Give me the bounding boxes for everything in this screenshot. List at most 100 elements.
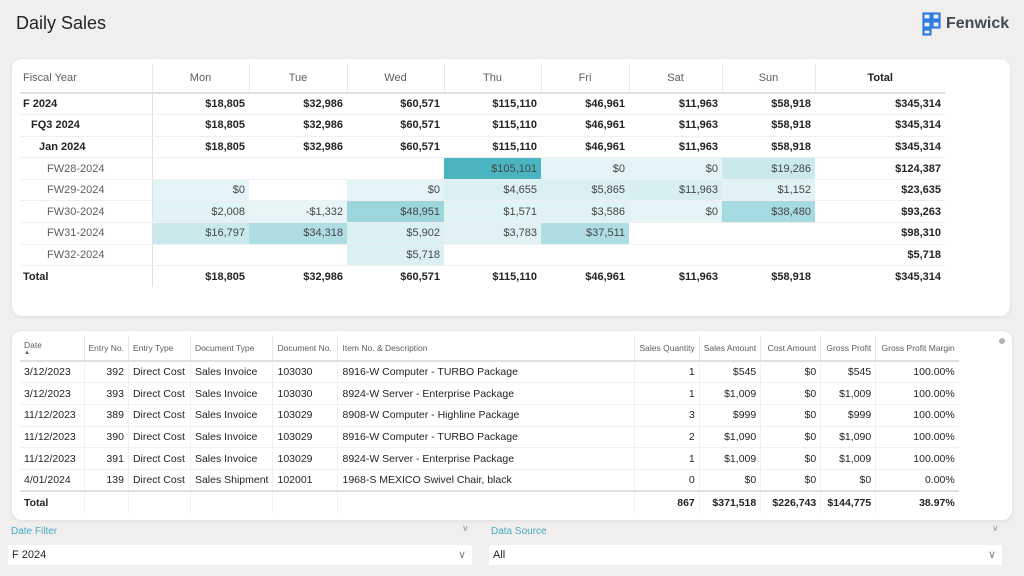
matrix-cell: $46,961: [541, 114, 629, 137]
matrix-cell: $32,986: [303, 270, 343, 283]
detail-cell: 103029: [272, 447, 338, 470]
matrix-header-fiscal-year[interactable]: Fiscal Year: [20, 63, 152, 94]
detail-row[interactable]: 11/12/2023 390 Direct Cost Sales Invoice 103…: [20, 426, 959, 449]
matrix-cell: $0: [629, 157, 722, 180]
detail-cell: 389: [83, 404, 129, 427]
matrix-cell: $46,961: [541, 93, 629, 116]
matrix-row-label[interactable]: Jan 2024: [20, 136, 153, 159]
detail-header-label: Item No. & Description: [342, 342, 428, 353]
detail-header-label: Entry No.: [88, 342, 124, 353]
matrix-cell: $1,152: [722, 179, 815, 202]
data-source-collapse-icon[interactable]: ∨: [992, 524, 999, 534]
matrix-header-sat[interactable]: Sat: [628, 63, 722, 94]
matrix-cell: $11,963: [629, 179, 722, 202]
matrix-row-total: $23,635: [815, 179, 945, 202]
matrix-cell: $4,655: [444, 179, 541, 202]
matrix-cell: [629, 222, 722, 245]
matrix-header-thu[interactable]: Thu: [443, 63, 541, 94]
matrix-cell: $11,963: [629, 136, 722, 159]
detail-header-entry-type[interactable]: Entry Type: [127, 335, 191, 362]
detail-header-sales-quantity[interactable]: Sales Quantity: [634, 335, 700, 362]
matrix-cell: [444, 244, 541, 267]
detail-cell: 0.00%: [875, 469, 959, 492]
detail-header-item-no-description[interactable]: Item No. & Description: [337, 335, 635, 362]
matrix-cell: [249, 179, 347, 202]
matrix-row: Total $18,805 $32,986 $60,571 $115,110 $46,96…: [20, 265, 945, 288]
detail-total-cell: [337, 490, 635, 514]
matrix-row-label[interactable]: F 2024: [20, 93, 153, 116]
detail-header-label: Cost Amount: [767, 342, 817, 353]
detail-cell: $0: [698, 469, 761, 492]
detail-cell: Sales Invoice: [189, 447, 273, 470]
matrix-header-fri[interactable]: Fri: [540, 63, 629, 94]
matrix-cell: $32,986: [249, 136, 347, 159]
detail-total-cell: [127, 490, 191, 514]
detail-cell: 4/01/2024: [20, 469, 84, 492]
detail-cell: $1,009: [698, 382, 761, 405]
detail-row[interactable]: 3/12/2023 392 Direct Cost Sales Invoice 1030…: [20, 361, 959, 384]
matrix-cell: [722, 222, 815, 245]
date-filter-value: F 2024: [12, 549, 47, 561]
matrix-cell: $18,805: [205, 270, 245, 283]
detail-header-document-no[interactable]: Document No.: [272, 335, 338, 362]
matrix-row-label: Total: [20, 265, 153, 288]
detail-header-label: Sales Quantity: [639, 342, 695, 353]
matrix-cell: [249, 157, 347, 180]
matrix-header-mon[interactable]: Mon: [151, 63, 249, 94]
detail-header-label: Gross Profit Margin: [881, 342, 955, 353]
fenwick-logo: Fenwick: [922, 12, 1009, 36]
matrix-cell: $19,286: [722, 157, 815, 180]
matrix-header-tue[interactable]: Tue: [248, 63, 347, 94]
matrix-row-label[interactable]: FQ3 2024: [20, 114, 153, 137]
detail-cell: 100.00%: [875, 426, 959, 449]
daily-sales-matrix: Fiscal Year Mon Tue Wed Thu Fri Sat Sun Total F …: [12, 59, 1010, 316]
matrix-cell: $105,101: [444, 157, 541, 180]
matrix-row-total: $5,718: [815, 244, 945, 267]
detail-header-cost-amount[interactable]: Cost Amount: [760, 335, 821, 362]
matrix-cell: $5,718: [347, 244, 444, 267]
detail-cell: 103029: [272, 404, 338, 427]
detail-cell: 139: [83, 469, 129, 492]
matrix-header-wed[interactable]: Wed: [346, 63, 444, 94]
detail-cell: $545: [698, 361, 761, 384]
matrix-cell: $60,571: [347, 114, 444, 137]
detail-header-gross-profit[interactable]: Gross Profit: [820, 335, 876, 362]
matrix-cell: $1,571: [444, 200, 541, 224]
matrix-row-label: FW28-2024: [20, 157, 153, 180]
matrix-header-sun[interactable]: Sun: [721, 63, 815, 94]
detail-header-sales-amount[interactable]: Sales Amount: [698, 335, 761, 362]
detail-cell: 390: [83, 426, 129, 449]
detail-cell: $0: [760, 447, 821, 470]
matrix-cell: $18,805: [152, 114, 249, 137]
detail-header-date[interactable]: Date ▲: [20, 335, 84, 362]
detail-cell: 11/12/2023: [20, 426, 84, 449]
matrix-header-total[interactable]: Total: [814, 63, 945, 94]
detail-header-document-type[interactable]: Document Type: [189, 335, 273, 362]
date-filter-dropdown[interactable]: F 2024 ∨: [8, 545, 472, 565]
detail-row[interactable]: 11/12/2023 391 Direct Cost Sales Invoice 103…: [20, 447, 959, 470]
detail-cell: 3/12/2023: [20, 361, 84, 384]
detail-header-label: Sales Amount: [703, 342, 757, 353]
detail-cell: $0: [760, 426, 821, 449]
date-filter-collapse-icon[interactable]: ∨: [462, 524, 469, 534]
detail-cell: Sales Invoice: [189, 382, 273, 405]
detail-cell: 8908-W Computer - Highline Package: [337, 404, 635, 427]
matrix-row: Jan 2024 $18,805 $32,986 $60,571 $115,110 $46…: [20, 136, 945, 159]
matrix-row: FW29-2024 $0 $0 $4,655 $5,865 $11,963 $1,152 $2…: [20, 179, 945, 202]
matrix-row-label: FW32-2024: [20, 244, 153, 267]
detail-cell: $999: [698, 404, 761, 427]
detail-row[interactable]: 4/01/2024 139 Direct Cost Sales Shipment 102…: [20, 469, 959, 492]
detail-header-entry-no[interactable]: Entry No.: [83, 335, 129, 362]
matrix-cell: $58,918: [722, 93, 815, 116]
detail-cell: 11/12/2023: [20, 404, 84, 427]
matrix-cell: $0: [629, 200, 722, 224]
detail-row[interactable]: 3/12/2023 393 Direct Cost Sales Invoice 1030…: [20, 382, 959, 405]
detail-row[interactable]: 11/12/2023 389 Direct Cost Sales Invoice 103…: [20, 404, 959, 427]
detail-cell: 103029: [272, 426, 338, 449]
matrix-cell: $16,797: [152, 222, 249, 245]
detail-header-gross-profit-margin[interactable]: Gross Profit Margin: [875, 335, 959, 362]
matrix-cell: $0: [347, 179, 444, 202]
matrix-row-label: FW31-2024: [20, 222, 153, 245]
scrollbar-handle[interactable]: [999, 338, 1005, 344]
data-source-dropdown[interactable]: All ∨: [489, 545, 1002, 565]
